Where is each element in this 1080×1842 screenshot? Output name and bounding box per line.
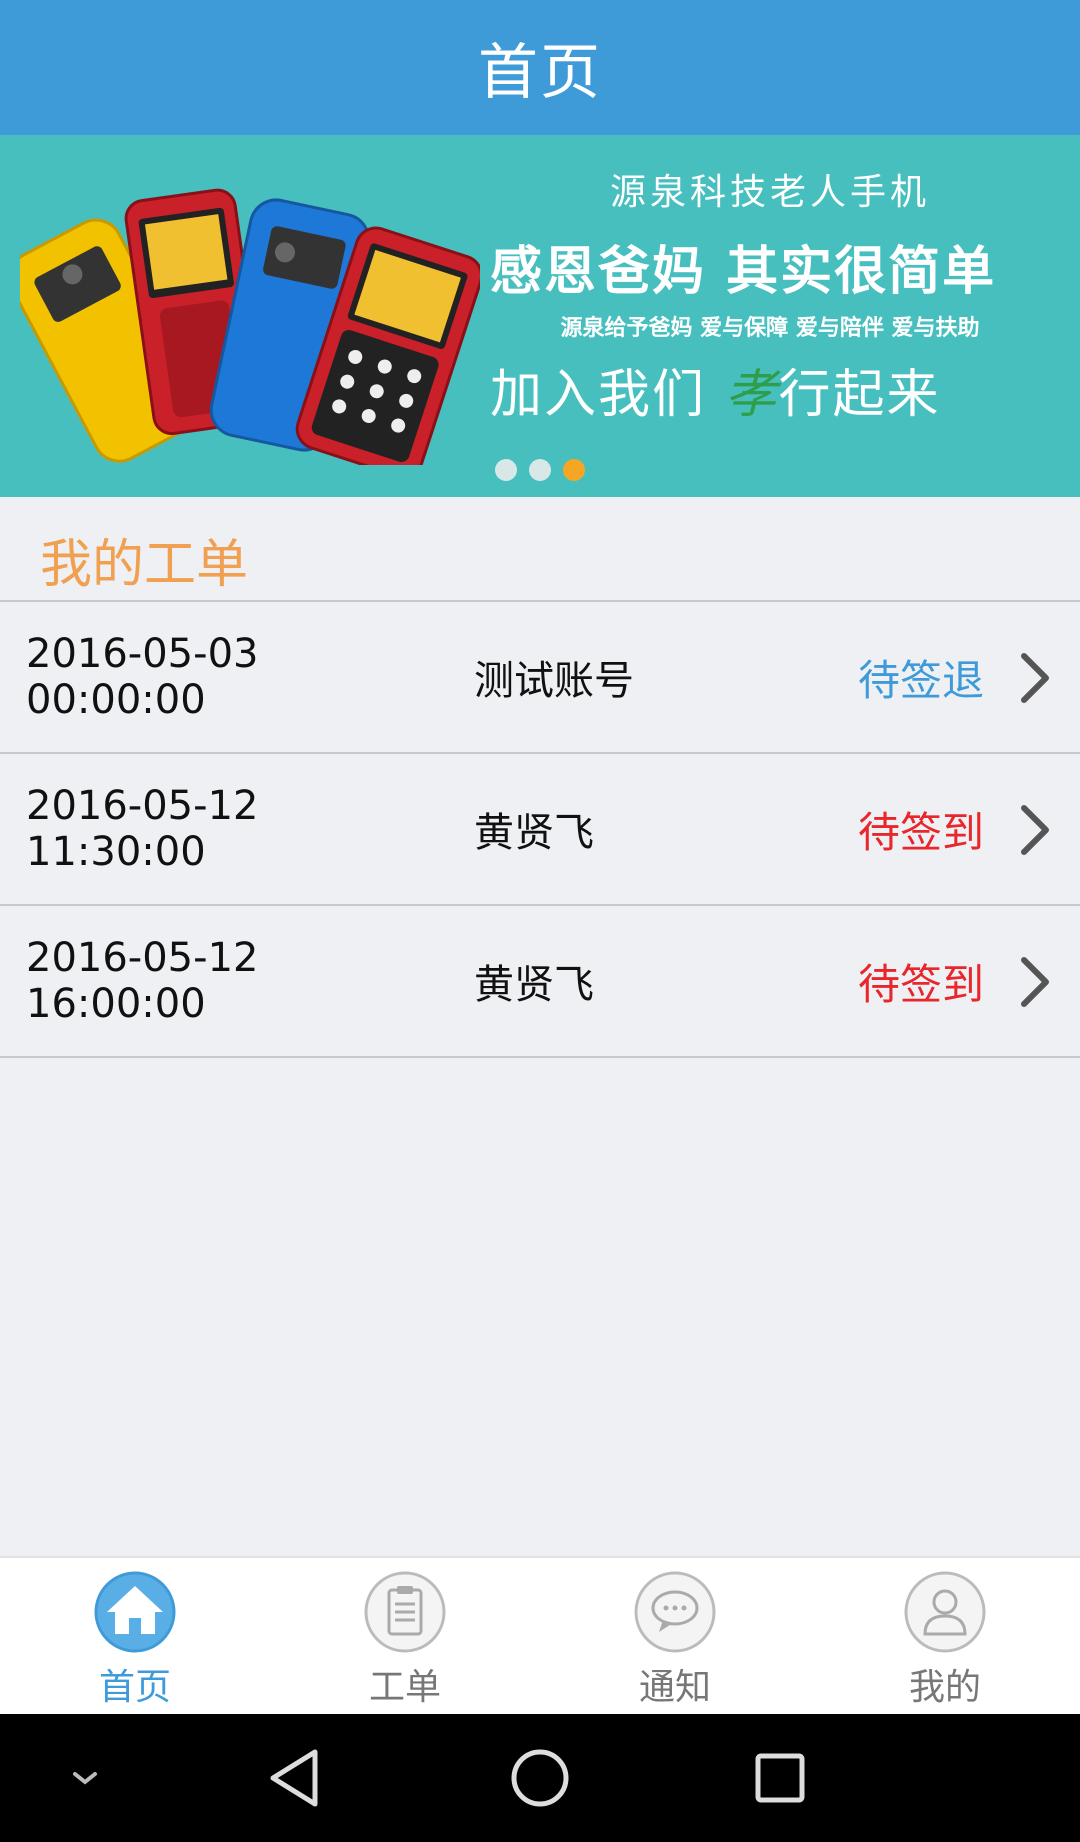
order-row[interactable]: 2016-05-12 11:30:00 黄贤飞 待签到 [0, 754, 1080, 906]
chevron-down-icon [73, 1772, 97, 1785]
section-title: 我的工单 [40, 535, 249, 595]
user-icon [904, 1571, 986, 1653]
order-row[interactable]: 2016-05-03 00:00:00 测试账号 待签退 [0, 602, 1080, 754]
back-icon [270, 1749, 318, 1807]
carousel-dot[interactable] [495, 459, 517, 481]
hide-keyboard-button[interactable] [50, 1714, 120, 1842]
promo-banner[interactable]: 源泉科技老人手机 感恩爸妈 其实很简单 源泉给予爸妈 爱与保障 爱与陪伴 爱与扶… [0, 135, 1080, 497]
order-list: 2016-05-03 00:00:00 测试账号 待签退 2016-05-12 … [0, 602, 1080, 1058]
tab-label: 工单 [368, 1667, 441, 1708]
order-datetime: 2016-05-12 11:30:00 [26, 783, 259, 875]
carousel-dot[interactable] [529, 459, 551, 481]
back-button[interactable] [255, 1714, 335, 1842]
chat-icon [634, 1571, 716, 1653]
banner-line-1: 源泉科技老人手机 [609, 172, 930, 213]
tab-home[interactable]: 首页 [0, 1558, 270, 1714]
page-title: 首页 [478, 38, 602, 108]
order-row[interactable]: 2016-05-12 16:00:00 黄贤飞 待签到 [0, 906, 1080, 1058]
banner-line-4-a: 加入我们 [490, 365, 725, 425]
banner-line-3: 源泉给予爸妈 爱与保障 爱与陪伴 爱与扶助 [560, 316, 980, 341]
banner-line-4-c: 行起来 [778, 365, 941, 425]
order-datetime: 2016-05-12 16:00:00 [26, 935, 259, 1027]
order-datetime: 2016-05-03 00:00:00 [26, 631, 259, 723]
home-nav-button[interactable] [500, 1714, 580, 1842]
bottom-tab-bar: 首页 工单 通知 我的 [0, 1556, 1080, 1714]
tab-label: 我的 [908, 1667, 981, 1708]
home-circle-icon [511, 1749, 569, 1807]
recents-icon [755, 1753, 805, 1803]
order-name: 黄贤飞 [474, 810, 594, 856]
system-nav-bar [0, 1714, 1080, 1842]
chevron-right-icon [1021, 805, 1049, 855]
phones-illustration [20, 188, 480, 465]
tab-notifications[interactable]: 通知 [540, 1558, 810, 1714]
carousel-dot-active[interactable] [563, 459, 585, 481]
tab-label: 首页 [98, 1667, 171, 1708]
tab-profile[interactable]: 我的 [810, 1558, 1080, 1714]
banner-line-4: 加入我们 孝行起来 [490, 352, 1050, 427]
home-icon [94, 1571, 176, 1653]
chevron-right-icon [1021, 653, 1049, 703]
order-status: 待签退 [857, 655, 984, 705]
clipboard-icon [364, 1571, 446, 1653]
tab-label: 通知 [638, 1667, 711, 1708]
banner-line-4-b: 孝 [724, 365, 779, 425]
carousel-dots [0, 459, 1080, 481]
banner-line-2: 感恩爸妈 其实很简单 [490, 242, 997, 302]
chevron-right-icon [1021, 957, 1049, 1007]
recents-button[interactable] [740, 1714, 820, 1842]
order-name: 黄贤飞 [474, 962, 594, 1008]
order-status: 待签到 [857, 807, 984, 857]
banner-text: 源泉科技老人手机 感恩爸妈 其实很简单 源泉给予爸妈 爱与保障 爱与陪伴 爱与扶… [490, 163, 1050, 427]
tab-orders[interactable]: 工单 [270, 1558, 540, 1714]
app-header: 首页 [0, 0, 1080, 135]
order-name: 测试账号 [474, 658, 634, 704]
order-status: 待签到 [857, 959, 984, 1009]
